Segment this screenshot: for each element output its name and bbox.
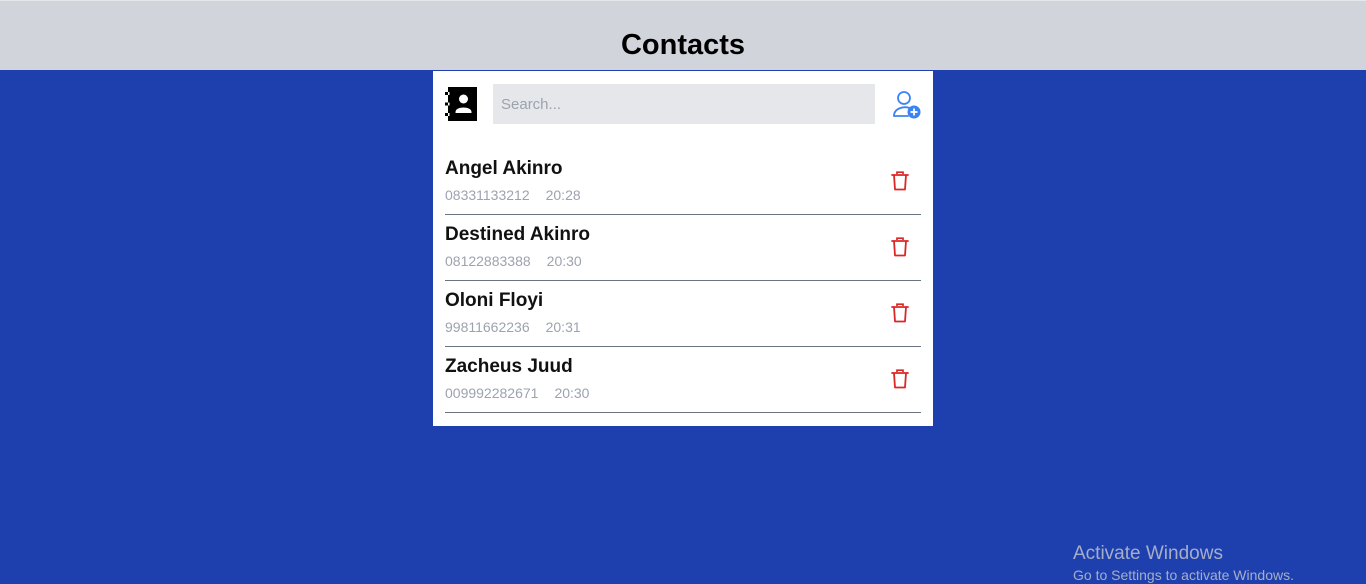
contact-name: Destined Akinro bbox=[445, 224, 590, 245]
search-input[interactable] bbox=[493, 84, 875, 124]
contact-row[interactable]: Oloni Floyi 99811662236 20:31 bbox=[445, 281, 921, 347]
trash-icon[interactable] bbox=[891, 171, 909, 191]
contact-time: 20:30 bbox=[546, 253, 582, 269]
contact-row[interactable]: Zacheus Juud 009992282671 20:30 bbox=[445, 347, 921, 413]
contact-meta: 009992282671 20:30 bbox=[445, 384, 589, 402]
app-header: Contacts bbox=[0, 0, 1366, 70]
contact-time: 20:31 bbox=[545, 319, 581, 335]
contact-phone: 08122883388 bbox=[445, 253, 531, 269]
add-contact-icon[interactable] bbox=[892, 89, 922, 121]
contact-time: 20:30 bbox=[554, 385, 590, 401]
contact-name: Oloni Floyi bbox=[445, 290, 544, 311]
contact-meta: 08331133212 20:28 bbox=[445, 186, 581, 204]
windows-activation-watermark: Activate Windows Go to Settings to activ… bbox=[1073, 543, 1294, 584]
contact-meta: 08122883388 20:30 bbox=[445, 252, 582, 270]
contact-meta: 99811662236 20:31 bbox=[445, 318, 581, 336]
contact-phone: 08331133212 bbox=[445, 187, 530, 203]
contacts-panel: Angel Akinro 08331133212 20:28 Destined A… bbox=[433, 71, 933, 426]
contact-row[interactable]: Angel Akinro 08331133212 20:28 bbox=[445, 149, 921, 215]
contact-name: Angel Akinro bbox=[445, 158, 563, 179]
contact-time: 20:28 bbox=[545, 187, 581, 203]
trash-icon[interactable] bbox=[891, 369, 909, 389]
contact-row[interactable]: Destined Akinro 08122883388 20:30 bbox=[445, 215, 921, 281]
address-book-icon bbox=[445, 87, 477, 121]
page-title: Contacts bbox=[620, 29, 746, 61]
contact-name: Zacheus Juud bbox=[445, 356, 573, 377]
contact-list: Angel Akinro 08331133212 20:28 Destined A… bbox=[445, 149, 921, 413]
contact-phone: 009992282671 bbox=[445, 385, 539, 401]
contact-phone: 99811662236 bbox=[445, 319, 530, 335]
watermark-title: Activate Windows bbox=[1073, 543, 1223, 564]
trash-icon[interactable] bbox=[891, 237, 909, 257]
watermark-subtitle: Go to Settings to activate Windows. bbox=[1073, 567, 1294, 583]
trash-icon[interactable] bbox=[891, 303, 909, 323]
